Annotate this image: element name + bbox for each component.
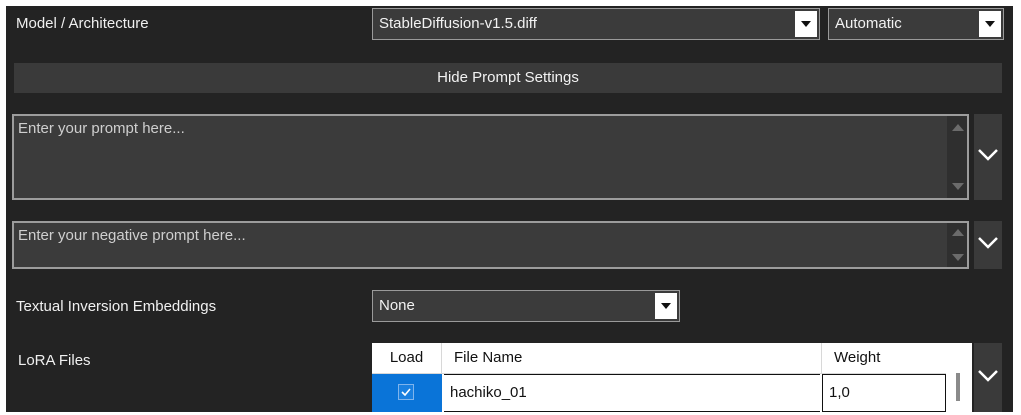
dropdown-arrow-icon[interactable] [655, 293, 677, 319]
settings-panel: Model / Architecture StableDiffusion-v1.… [6, 6, 1013, 412]
scrollbar-thumb[interactable] [956, 373, 960, 401]
hide-prompt-settings-button[interactable]: Hide Prompt Settings [14, 63, 1002, 93]
load-cell[interactable] [372, 374, 442, 412]
architecture-value: Automatic [835, 15, 902, 32]
scroll-down-icon[interactable] [952, 183, 964, 190]
prompt-scrollbar[interactable] [947, 116, 967, 198]
negative-prompt-placeholder: Enter your negative prompt here... [18, 227, 246, 244]
dropdown-arrow-icon[interactable] [979, 11, 1001, 37]
expand-negative-prompt-button[interactable] [974, 221, 1002, 269]
negative-prompt-scrollbar[interactable] [947, 223, 967, 267]
embeddings-dropdown[interactable]: None [372, 290, 680, 322]
lora-table[interactable]: Load File Name Weight hachiko_01 1,0 [372, 343, 962, 412]
lora-files-label: LoRA Files [18, 352, 91, 369]
chevron-down-icon [977, 369, 999, 387]
table-row[interactable]: hachiko_01 1,0 [372, 374, 962, 412]
prompt-placeholder: Enter your prompt here... [18, 120, 185, 137]
column-header-file-name[interactable]: File Name [442, 343, 822, 373]
column-header-load[interactable]: Load [372, 343, 442, 373]
dropdown-arrow-icon[interactable] [795, 11, 817, 37]
model-architecture-label: Model / Architecture [16, 15, 149, 32]
model-file-dropdown[interactable]: StableDiffusion-v1.5.diff [372, 8, 820, 40]
lora-table-scrollbar[interactable] [946, 343, 972, 412]
embeddings-label: Textual Inversion Embeddings [16, 298, 217, 315]
chevron-down-icon [977, 236, 999, 254]
prompt-input[interactable]: Enter your prompt here... [12, 114, 969, 200]
expand-lora-button[interactable] [974, 343, 1002, 412]
column-header-weight[interactable]: Weight [822, 343, 962, 373]
model-file-value: StableDiffusion-v1.5.diff [379, 15, 537, 32]
check-icon [401, 388, 411, 396]
architecture-dropdown[interactable]: Automatic [828, 8, 1004, 40]
scroll-up-icon[interactable] [952, 229, 964, 236]
load-checkbox[interactable] [398, 384, 414, 400]
scroll-up-icon[interactable] [952, 124, 964, 131]
expand-prompt-button[interactable] [974, 114, 1002, 200]
embeddings-value: None [379, 297, 415, 314]
file-name-cell[interactable]: hachiko_01 [444, 374, 820, 412]
scroll-down-icon[interactable] [952, 254, 964, 261]
chevron-down-icon [977, 148, 999, 166]
table-header: Load File Name Weight [372, 343, 962, 374]
negative-prompt-input[interactable]: Enter your negative prompt here... [12, 221, 969, 269]
weight-cell[interactable]: 1,0 [822, 374, 946, 412]
